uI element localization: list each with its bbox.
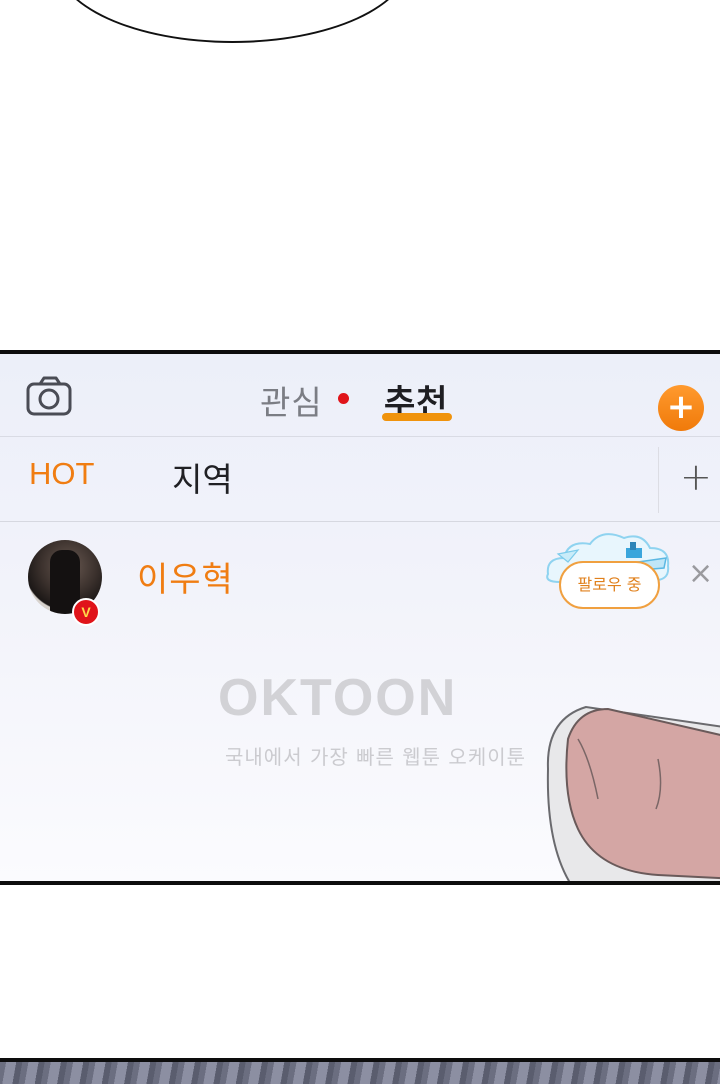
- speech-bubble: [55, 0, 410, 43]
- finger-illustration: [546, 705, 720, 881]
- subtab-divider: [658, 447, 659, 513]
- notification-dot: [338, 393, 349, 404]
- following-button[interactable]: 팔로우 중: [559, 561, 660, 609]
- tab-interest[interactable]: 관심: [260, 376, 323, 424]
- username[interactable]: 이우혁: [137, 552, 234, 601]
- subtab-hot[interactable]: HOT: [29, 456, 94, 492]
- watermark-tagline: 국내에서 가장 빠른 웹툰 오케이툰: [225, 745, 527, 769]
- active-tab-indicator: [382, 413, 452, 421]
- camera-icon[interactable]: [26, 376, 72, 416]
- close-icon[interactable]: ×: [688, 559, 713, 589]
- add-icon[interactable]: +: [658, 385, 704, 431]
- sub-tab-bar: HOT 지역 +: [0, 437, 720, 522]
- subtab-region[interactable]: 지역: [172, 453, 233, 501]
- plus-icon[interactable]: +: [680, 457, 712, 497]
- next-panel-edge: [0, 1058, 720, 1084]
- phone-screen-panel: 관심 추천 + HOT 지역 + V 이우혁 팔로우 중 × OKTOON 국내…: [0, 350, 720, 885]
- top-tab-bar: 관심 추천 +: [0, 354, 720, 437]
- verified-icon: V: [72, 598, 100, 626]
- watermark-logo: OKTOON: [218, 669, 458, 727]
